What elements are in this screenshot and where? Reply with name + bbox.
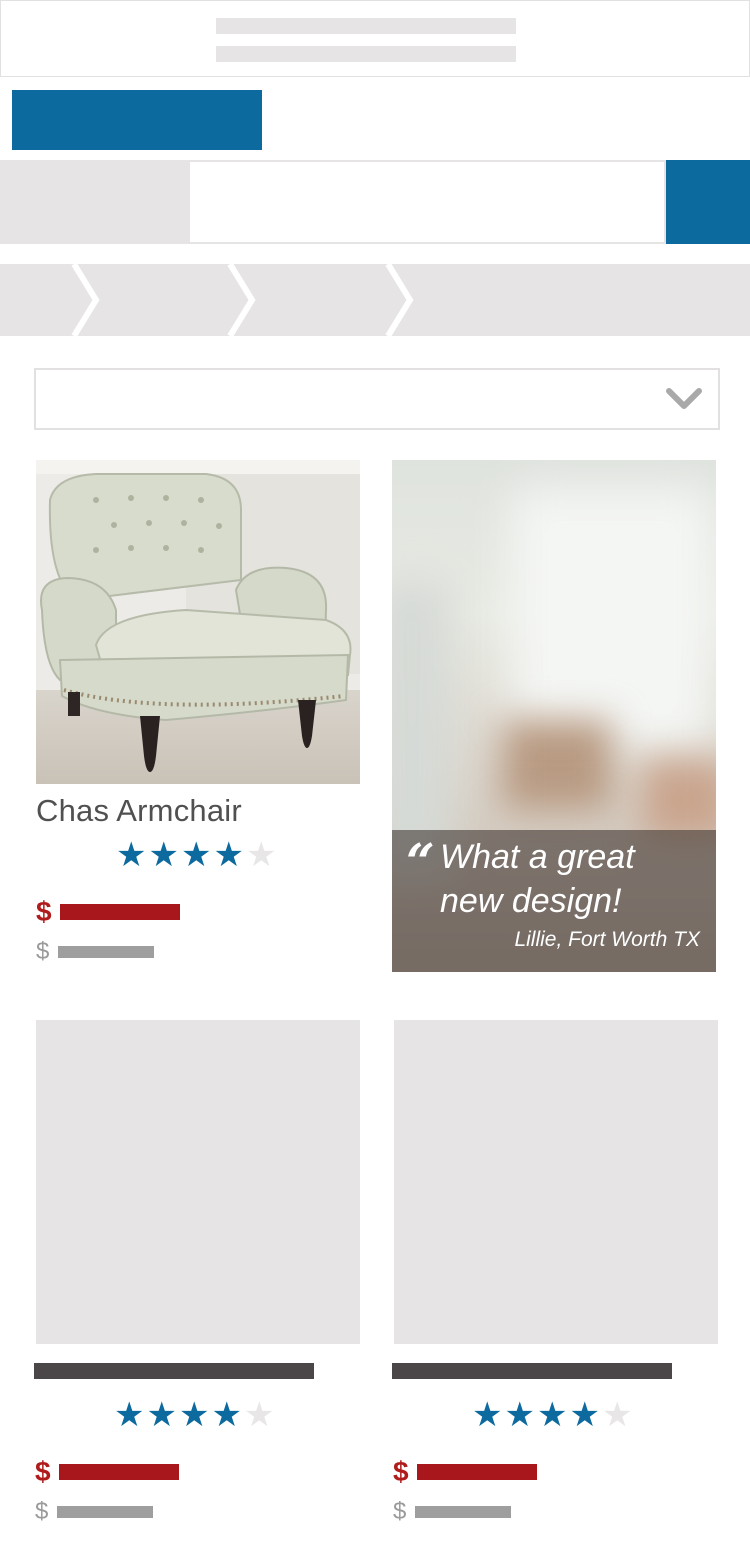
product-title-placeholder[interactable] bbox=[392, 1363, 672, 1379]
breadcrumb bbox=[0, 264, 750, 336]
star-icon: ★ bbox=[114, 1396, 145, 1434]
regular-price-placeholder bbox=[58, 946, 154, 958]
regular-price-placeholder bbox=[415, 1506, 511, 1518]
star-icon: ★ bbox=[472, 1396, 503, 1434]
breadcrumb-separators bbox=[71, 264, 414, 336]
regular-price: $ bbox=[36, 938, 154, 966]
quote-overlay: “ What a great new design! Lillie, Fort … bbox=[392, 830, 716, 972]
sort-dropdown[interactable] bbox=[34, 368, 720, 430]
sale-price-placeholder bbox=[59, 1464, 179, 1480]
sale-price-placeholder bbox=[60, 904, 180, 920]
sale-price: $ bbox=[393, 1456, 537, 1488]
star-icon: ★ bbox=[178, 1396, 210, 1434]
currency-symbol: $ bbox=[36, 896, 52, 927]
product-image[interactable] bbox=[36, 1020, 360, 1344]
search-input[interactable] bbox=[190, 162, 664, 242]
star-icon: ★ bbox=[245, 836, 277, 874]
star-icon: ★ bbox=[569, 1396, 600, 1434]
quote-author: Lillie, Fort Worth TX bbox=[514, 928, 700, 951]
sale-price-placeholder bbox=[417, 1464, 537, 1480]
product-image[interactable] bbox=[36, 460, 360, 784]
search-category-area[interactable] bbox=[0, 160, 190, 244]
rating-stars: ★ ★ ★ ★ ★ bbox=[114, 1398, 274, 1432]
star-icon: ★ bbox=[213, 836, 244, 874]
testimonial-card: “ What a great new design! Lillie, Fort … bbox=[392, 460, 716, 972]
star-icon: ★ bbox=[211, 1396, 242, 1434]
star-icon: ★ bbox=[243, 1396, 275, 1434]
rating-stars: ★ ★ ★ ★ ★ bbox=[116, 838, 276, 872]
star-icon: ★ bbox=[146, 1396, 177, 1434]
star-icon: ★ bbox=[148, 836, 179, 874]
star-icon: ★ bbox=[504, 1396, 535, 1434]
top-banner bbox=[0, 0, 750, 77]
star-icon: ★ bbox=[536, 1396, 568, 1434]
sale-price: $ bbox=[36, 896, 180, 928]
quote-mark-icon: “ bbox=[406, 832, 435, 891]
currency-symbol: $ bbox=[393, 1498, 407, 1525]
regular-price-placeholder bbox=[57, 1506, 153, 1518]
star-icon: ★ bbox=[116, 836, 147, 874]
armchair-image bbox=[36, 460, 360, 784]
search-button[interactable] bbox=[666, 160, 750, 244]
rating-stars: ★ ★ ★ ★ ★ bbox=[472, 1398, 632, 1432]
regular-price: $ bbox=[393, 1498, 511, 1526]
star-icon: ★ bbox=[601, 1396, 633, 1434]
product-title[interactable]: Chas Armchair bbox=[36, 793, 242, 829]
sale-price: $ bbox=[35, 1456, 179, 1488]
background-blur bbox=[512, 490, 712, 750]
quote-text-line: new design! bbox=[440, 882, 622, 920]
search-bar bbox=[0, 160, 750, 244]
banner-text-placeholder bbox=[216, 18, 516, 34]
background-blur bbox=[642, 760, 716, 840]
chevron-down-icon bbox=[666, 388, 702, 409]
currency-symbol: $ bbox=[35, 1498, 49, 1525]
background-blur bbox=[502, 720, 612, 810]
currency-symbol: $ bbox=[36, 938, 50, 965]
banner-subtext-placeholder bbox=[216, 46, 516, 62]
product-title-placeholder[interactable] bbox=[34, 1363, 314, 1379]
currency-symbol: $ bbox=[393, 1456, 409, 1487]
currency-symbol: $ bbox=[35, 1456, 51, 1487]
site-logo[interactable] bbox=[12, 90, 262, 150]
regular-price: $ bbox=[35, 1498, 153, 1526]
product-image[interactable] bbox=[394, 1020, 718, 1344]
star-icon: ★ bbox=[180, 836, 212, 874]
quote-text-line: What a great bbox=[440, 838, 635, 876]
